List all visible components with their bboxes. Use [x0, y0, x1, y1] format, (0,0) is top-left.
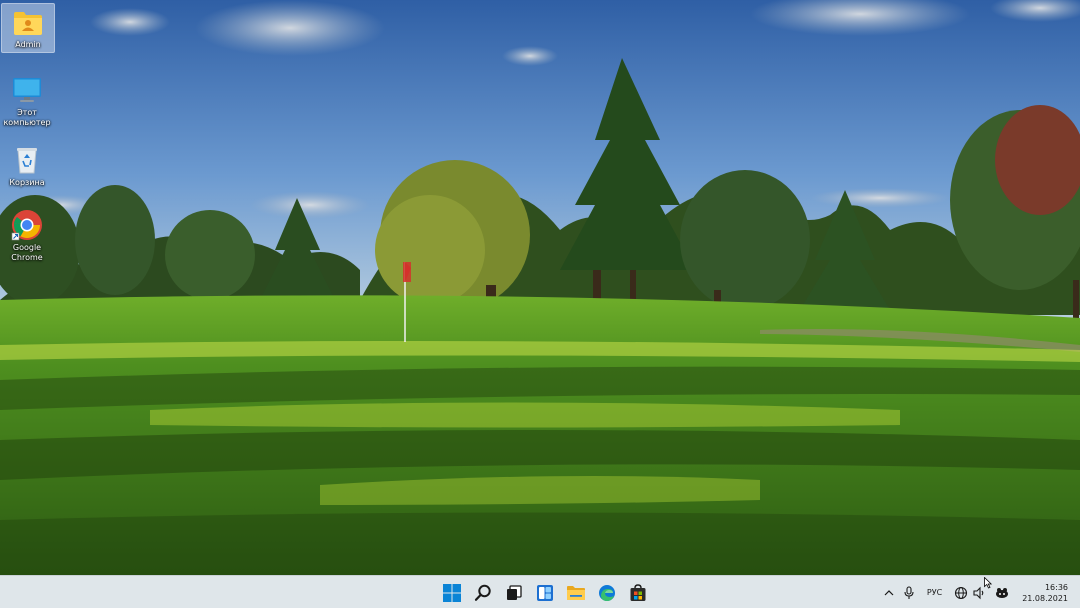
search-button[interactable]: [467, 577, 498, 608]
microphone-icon: [904, 585, 914, 599]
system-tray: РУС 16:36 21.08.2021: [879, 576, 1080, 608]
desktop-icon-this-pc[interactable]: Этот компьютер: [1, 70, 53, 130]
recycle-bin-icon: [11, 144, 43, 176]
widgets-button[interactable]: [529, 577, 560, 608]
edge-button[interactable]: [591, 577, 622, 608]
taskbar-apps: [436, 576, 653, 608]
task-view-button[interactable]: [498, 577, 529, 608]
folder-icon: [566, 585, 585, 600]
task-view-icon: [506, 584, 522, 600]
clock-time: 16:36: [1044, 582, 1068, 592]
start-button[interactable]: [436, 577, 467, 608]
network-button[interactable]: [950, 576, 970, 608]
wallpaper-image: [0, 0, 1080, 575]
mouse-cursor: [984, 574, 993, 593]
clock-date: 21.08.2021: [1022, 593, 1068, 603]
desktop-icon-label: Google Chrome: [11, 243, 43, 262]
taskbar-clock[interactable]: 16:36 21.08.2021: [1014, 582, 1080, 604]
input-language-indicator[interactable]: РУС: [919, 576, 950, 608]
user-folder-icon: [12, 8, 44, 38]
file-explorer-button[interactable]: [560, 577, 591, 608]
taskbar: РУС 16:36 21.08.2021: [0, 575, 1080, 608]
tray-app-icon: [996, 587, 1009, 598]
search-icon: [474, 584, 491, 601]
store-button[interactable]: [622, 577, 653, 608]
store-icon: [630, 583, 645, 601]
globe-icon: [955, 586, 968, 599]
desktop-wallpaper: [0, 0, 1080, 575]
windows-logo-icon: [442, 583, 461, 602]
desktop-icon-recycle-bin[interactable]: Корзина: [1, 140, 53, 190]
monitor-icon: [11, 74, 43, 106]
chevron-up-icon: [884, 589, 894, 595]
widgets-icon: [536, 584, 553, 601]
microphone-button[interactable]: [899, 576, 919, 608]
desktop-icon-label: Корзина: [9, 178, 45, 187]
desktop-icon-google-chrome[interactable]: Google Chrome: [1, 205, 53, 265]
show-hidden-icons-button[interactable]: [879, 576, 899, 608]
chrome-icon: [11, 209, 43, 241]
desktop-icon-label: Admin: [15, 40, 41, 49]
edge-icon: [598, 584, 615, 601]
desktop-icon-admin[interactable]: Admin: [1, 3, 55, 53]
desktop-icon-label: Этот компьютер: [3, 108, 51, 127]
tray-app-button[interactable]: [990, 576, 1014, 608]
arrow-cursor-icon: [984, 576, 993, 589]
